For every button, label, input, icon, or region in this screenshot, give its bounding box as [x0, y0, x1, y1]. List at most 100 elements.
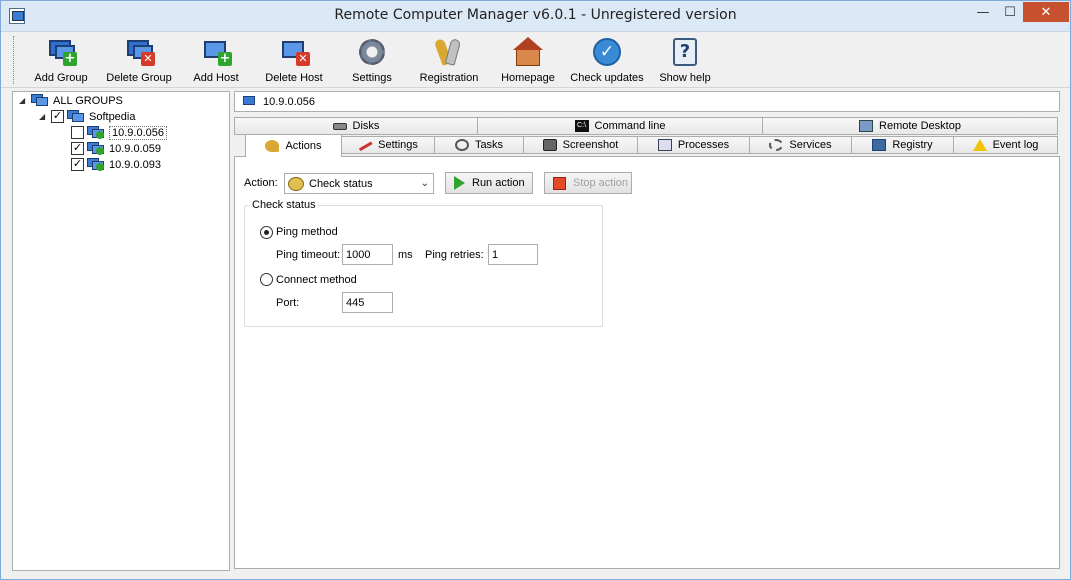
selected-host-label: 10.9.0.056 — [263, 95, 315, 108]
chevron-down-icon: ⌄ — [420, 178, 429, 189]
window-title: Remote Computer Manager v6.0.1 - Unregis… — [334, 7, 737, 23]
minimize-button[interactable]: — — [969, 2, 997, 22]
tab-label: Event log — [992, 139, 1039, 151]
toolbar-grip[interactable] — [13, 36, 16, 84]
tools-icon — [357, 138, 373, 152]
tab-tasks[interactable]: Tasks — [434, 136, 524, 154]
port-label: Port: — [276, 297, 300, 309]
computer-icon — [243, 96, 257, 107]
computer-online-icon — [87, 126, 105, 139]
ping-retries-input[interactable]: 1 — [488, 244, 538, 265]
key-icon — [265, 140, 280, 152]
host-checkbox[interactable] — [71, 126, 84, 139]
ping-timeout-label: Ping timeout: — [276, 249, 341, 261]
add-group-icon: + — [45, 36, 77, 68]
delete-group-button[interactable]: ✕ Delete Group — [104, 34, 174, 86]
tab-label: Actions — [285, 140, 322, 152]
tab-label: Registry — [892, 139, 933, 151]
maximize-button[interactable]: ☐ — [997, 2, 1023, 22]
add-host-button[interactable]: + Add Host — [191, 34, 241, 86]
tree-item-group[interactable]: ◢ ✓ Softpedia — [39, 109, 135, 124]
registration-button[interactable]: Registration — [418, 34, 480, 86]
ping-timeout-input[interactable]: 1000 — [342, 244, 393, 265]
close-button[interactable]: ✕ — [1023, 2, 1069, 22]
tree-item-host[interactable]: ✓ 10.9.0.093 — [71, 157, 161, 172]
add-group-label: Add Group — [34, 72, 88, 84]
tree-group-label: Softpedia — [89, 110, 136, 123]
tab-actions[interactable]: Actions — [245, 134, 342, 157]
remote-desktop-icon — [859, 120, 874, 132]
tab-label: Command line — [594, 120, 666, 132]
tab-label: Disks — [352, 120, 380, 132]
groupbox-title: Check status — [250, 199, 318, 211]
network-icon — [31, 94, 49, 107]
help-icon: ? — [669, 36, 701, 68]
tree-item-all-groups[interactable]: ◢ ALL GROUPS — [19, 93, 123, 108]
run-action-button[interactable]: Run action — [445, 172, 533, 194]
settings-button[interactable]: Settings — [349, 34, 395, 86]
registry-icon — [872, 139, 887, 151]
port-input[interactable]: 445 — [342, 292, 393, 313]
delete-group-icon: ✕ — [123, 36, 155, 68]
tree-host-label: 10.9.0.093 — [109, 158, 161, 171]
tab-event-log[interactable]: Event log — [953, 136, 1058, 154]
host-checkbox[interactable]: ✓ — [71, 142, 84, 155]
processes-icon — [657, 139, 672, 151]
services-gears-icon — [769, 139, 784, 151]
tab-label: Screenshot — [562, 139, 619, 151]
tab-remote-desktop[interactable]: Remote Desktop — [762, 117, 1058, 135]
stopwatch-icon — [454, 139, 469, 151]
action-label: Action: — [244, 177, 278, 189]
stop-action-button[interactable]: Stop action — [544, 172, 632, 194]
add-host-icon: + — [200, 36, 232, 68]
check-updates-button[interactable]: ✓ Check updates — [569, 34, 645, 86]
tab-disks[interactable]: Disks — [234, 117, 478, 135]
tree-host-label: 10.9.0.059 — [109, 142, 161, 155]
connect-method-radio[interactable] — [260, 273, 273, 286]
ms-unit-label: ms — [398, 249, 413, 261]
ping-retries-label: Ping retries: — [425, 249, 484, 261]
tab-services[interactable]: Services — [749, 136, 852, 154]
title-bar: Remote Computer Manager v6.0.1 - Unregis… — [1, 1, 1070, 32]
checkmark-icon: ✓ — [591, 36, 623, 68]
tab-screenshot[interactable]: Screenshot — [523, 136, 638, 154]
tab-command-line[interactable]: C:\ Command line — [477, 117, 763, 135]
delete-host-icon: ✕ — [278, 36, 310, 68]
keys-icon — [433, 36, 465, 68]
connect-method-label[interactable]: Connect method — [276, 274, 357, 286]
tab-processes[interactable]: Processes — [637, 136, 750, 154]
registration-label: Registration — [419, 72, 479, 84]
add-group-button[interactable]: + Add Group — [33, 34, 89, 86]
collapse-icon[interactable]: ◢ — [19, 96, 28, 105]
check-updates-label: Check updates — [570, 72, 644, 84]
run-action-label: Run action — [472, 177, 525, 189]
network-icon — [67, 110, 85, 123]
action-select-value: Check status — [309, 177, 373, 190]
homepage-button[interactable]: Homepage — [500, 34, 556, 86]
terminal-icon: C:\ — [574, 120, 589, 132]
group-checkbox[interactable]: ✓ — [51, 110, 64, 123]
selected-host-bar: 10.9.0.056 — [234, 91, 1060, 112]
tree-item-host[interactable]: ✓ 10.9.0.059 — [71, 141, 161, 156]
show-help-button[interactable]: ? Show help — [658, 34, 712, 86]
stop-action-label: Stop action — [573, 177, 629, 189]
app-window: Remote Computer Manager v6.0.1 - Unregis… — [0, 0, 1071, 580]
delete-host-button[interactable]: ✕ Delete Host — [263, 34, 325, 86]
tab-settings[interactable]: Settings — [341, 136, 435, 154]
ping-method-label[interactable]: Ping method — [276, 226, 338, 238]
warning-icon — [972, 139, 987, 151]
collapse-icon[interactable]: ◢ — [39, 112, 48, 121]
tree-host-label: 10.9.0.056 — [109, 125, 167, 140]
ping-method-radio[interactable] — [260, 226, 273, 239]
tab-label: Services — [789, 139, 832, 151]
check-status-icon — [288, 176, 304, 191]
host-checkbox[interactable]: ✓ — [71, 158, 84, 171]
action-select[interactable]: Check status ⌄ — [284, 173, 434, 194]
gear-icon — [356, 36, 388, 68]
tree-item-host[interactable]: 10.9.0.056 — [71, 125, 167, 140]
tab-label: Settings — [378, 139, 418, 151]
tab-registry[interactable]: Registry — [851, 136, 954, 154]
show-help-label: Show help — [659, 72, 711, 84]
stop-icon — [553, 176, 566, 190]
tree-root-label: ALL GROUPS — [53, 94, 123, 107]
